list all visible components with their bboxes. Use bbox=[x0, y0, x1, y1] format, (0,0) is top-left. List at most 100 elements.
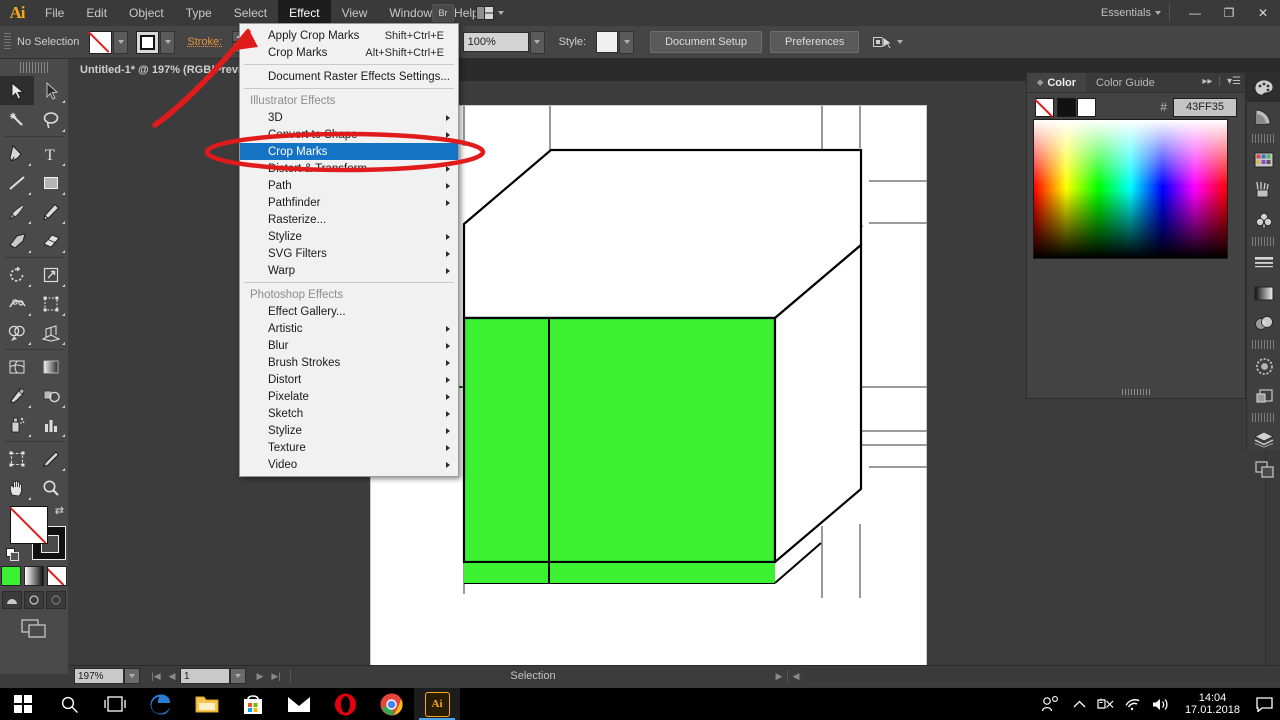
dock-transparency-icon[interactable] bbox=[1247, 308, 1280, 338]
menuitem-stylize-photoshop[interactable]: Stylize bbox=[240, 422, 458, 439]
color-panel-resize-grip[interactable] bbox=[1027, 388, 1245, 396]
taskbar-opera-button[interactable] bbox=[322, 688, 368, 720]
taskbar-illustrator-button[interactable]: Ai bbox=[414, 688, 460, 720]
rectangle-tool[interactable] bbox=[34, 168, 68, 197]
type-tool[interactable]: T bbox=[34, 139, 68, 168]
menuitem-video[interactable]: Video bbox=[240, 456, 458, 473]
collapse-panel-icon[interactable]: ▸▸ bbox=[1202, 76, 1212, 87]
color-fill-mode-button[interactable] bbox=[1, 566, 21, 586]
dock-symbols-icon[interactable] bbox=[1247, 205, 1280, 235]
menuitem-3d[interactable]: 3D bbox=[240, 109, 458, 126]
selection-tool[interactable] bbox=[0, 76, 34, 105]
dock-color-guide-icon[interactable] bbox=[1247, 102, 1280, 132]
restore-button[interactable]: ❐ bbox=[1212, 0, 1246, 26]
workspace-label[interactable]: Essentials bbox=[1101, 7, 1151, 19]
workspace-chevron-down-icon[interactable] bbox=[1155, 11, 1161, 15]
tray-volume-icon[interactable] bbox=[1147, 697, 1177, 712]
tray-people-icon[interactable] bbox=[1033, 696, 1067, 712]
tab-color[interactable]: ⬥ Color bbox=[1027, 73, 1087, 92]
minimize-button[interactable]: — bbox=[1178, 0, 1212, 26]
style-dropdown[interactable] bbox=[619, 30, 635, 54]
none-fill-mode-button[interactable] bbox=[47, 566, 67, 586]
perspective-grid-tool[interactable] bbox=[34, 318, 68, 347]
hex-value-input[interactable]: 43FF35 bbox=[1173, 97, 1237, 117]
width-tool[interactable] bbox=[0, 289, 34, 318]
select-similar-options[interactable] bbox=[873, 35, 904, 50]
bridge-button[interactable]: Br bbox=[432, 4, 464, 22]
magic-wand-tool[interactable] bbox=[0, 105, 34, 134]
taskbar-task-view-button[interactable] bbox=[92, 688, 138, 720]
next-artboard-button[interactable]: ▶ bbox=[252, 668, 268, 684]
column-graph-tool[interactable] bbox=[34, 410, 68, 439]
gradient-fill-mode-button[interactable] bbox=[24, 566, 44, 586]
menuitem-distort-and-transform[interactable]: Distort & Transform bbox=[240, 160, 458, 177]
dock-layers-icon[interactable] bbox=[1247, 424, 1280, 454]
menu-file[interactable]: File bbox=[34, 0, 75, 26]
effect-menu-dropdown[interactable]: Apply Crop Marks Shift+Ctrl+E Crop Marks… bbox=[239, 23, 459, 477]
line-segment-tool[interactable] bbox=[0, 168, 34, 197]
scale-tool[interactable] bbox=[34, 260, 68, 289]
menuitem-crop-marks-apply[interactable]: Crop Marks Alt+Shift+Ctrl+E bbox=[240, 44, 458, 61]
menuitem-apply-crop-marks[interactable]: Apply Crop Marks Shift+Ctrl+E bbox=[240, 27, 458, 44]
paintbrush-tool[interactable] bbox=[0, 197, 34, 226]
dock-swatches-icon[interactable] bbox=[1247, 145, 1280, 175]
free-transform-tool[interactable] bbox=[34, 289, 68, 318]
lasso-tool[interactable] bbox=[34, 105, 68, 134]
direct-selection-tool[interactable] bbox=[34, 76, 68, 105]
menu-object[interactable]: Object bbox=[118, 0, 175, 26]
arrange-documents-button[interactable] bbox=[475, 6, 504, 20]
zoom-dropdown-button[interactable] bbox=[124, 668, 140, 684]
fill-swatch-control[interactable] bbox=[89, 30, 129, 54]
fill-color-swatch[interactable] bbox=[10, 506, 48, 544]
rotate-tool[interactable] bbox=[0, 260, 34, 289]
taskbar-mail-button[interactable] bbox=[276, 688, 322, 720]
menuitem-document-raster-effects-settings[interactable]: Document Raster Effects Settings... bbox=[240, 68, 458, 85]
artboard-number-input[interactable]: 1 bbox=[180, 668, 230, 684]
graphic-style-swatch[interactable] bbox=[596, 31, 619, 53]
artboard-dropdown-button[interactable] bbox=[230, 668, 246, 684]
zoom-tool[interactable] bbox=[34, 473, 68, 502]
default-fill-stroke-icon[interactable] bbox=[6, 548, 20, 562]
tray-onedrive-icon[interactable] bbox=[1093, 697, 1119, 711]
first-artboard-button[interactable]: |◀ bbox=[148, 668, 164, 684]
tray-show-hidden-icons[interactable] bbox=[1067, 700, 1093, 709]
tools-panel-grip[interactable] bbox=[20, 62, 48, 73]
tab-color-guide[interactable]: Color Guide bbox=[1086, 73, 1165, 92]
menuitem-path[interactable]: Path bbox=[240, 177, 458, 194]
fill-dropdown-button[interactable] bbox=[113, 30, 129, 54]
taskbar-edge-button[interactable] bbox=[138, 688, 184, 720]
stroke-swatch-icon[interactable] bbox=[136, 30, 160, 54]
taskbar-search-button[interactable] bbox=[46, 688, 92, 720]
close-button[interactable]: ✕ bbox=[1246, 0, 1280, 26]
dock-gradient-icon[interactable] bbox=[1247, 278, 1280, 308]
taskbar-microsoft-store-button[interactable] bbox=[230, 688, 276, 720]
previous-artboard-button[interactable]: ◀ bbox=[164, 668, 180, 684]
artboard-tool[interactable] bbox=[0, 444, 34, 473]
menuitem-crop-marks[interactable]: Crop Marks bbox=[240, 143, 458, 160]
eyedropper-tool[interactable] bbox=[0, 381, 34, 410]
opacity-input[interactable]: 100% bbox=[462, 32, 529, 52]
taskbar-file-explorer-button[interactable] bbox=[184, 688, 230, 720]
mesh-tool[interactable] bbox=[0, 352, 34, 381]
zoom-level-input[interactable]: 197% bbox=[74, 668, 124, 684]
preferences-button[interactable]: Preferences bbox=[770, 31, 860, 53]
draw-inside-button[interactable] bbox=[46, 591, 66, 609]
gradient-tool[interactable] bbox=[34, 352, 68, 381]
taskbar-clock[interactable]: 14:04 17.01.2018 bbox=[1177, 692, 1248, 716]
menuitem-pixelate[interactable]: Pixelate bbox=[240, 388, 458, 405]
last-artboard-button[interactable]: ▶| bbox=[268, 668, 284, 684]
menuitem-sketch[interactable]: Sketch bbox=[240, 405, 458, 422]
blob-brush-tool[interactable] bbox=[0, 226, 34, 255]
menuitem-svg-filters[interactable]: SVG Filters bbox=[240, 245, 458, 262]
stroke-dropdown-button[interactable] bbox=[160, 30, 176, 54]
pencil-tool[interactable] bbox=[34, 197, 68, 226]
dock-graphic-styles-icon[interactable] bbox=[1247, 381, 1280, 411]
menuitem-texture[interactable]: Texture bbox=[240, 439, 458, 456]
menuitem-pathfinder[interactable]: Pathfinder bbox=[240, 194, 458, 211]
taskbar-chrome-button[interactable] bbox=[368, 688, 414, 720]
menuitem-blur[interactable]: Blur bbox=[240, 337, 458, 354]
hand-tool[interactable] bbox=[0, 473, 34, 502]
color-black-swatch[interactable] bbox=[1057, 97, 1076, 117]
menuitem-artistic[interactable]: Artistic bbox=[240, 320, 458, 337]
draw-behind-button[interactable] bbox=[24, 591, 44, 609]
